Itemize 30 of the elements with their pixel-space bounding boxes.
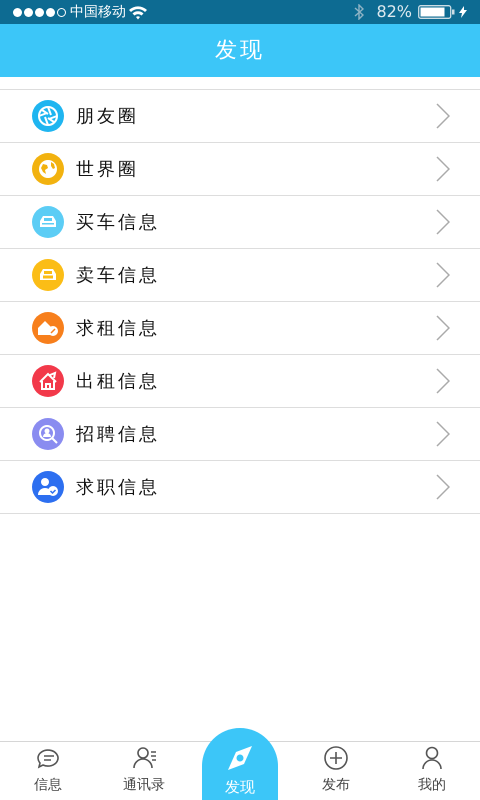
chevron-icon	[436, 262, 450, 288]
item-label: 朋友圈	[76, 104, 140, 128]
battery-icon	[418, 5, 456, 19]
chevron-icon	[436, 474, 450, 500]
chevron-icon	[436, 156, 450, 182]
item-label: 世界圈	[76, 158, 140, 182]
tab[interactable]: 我的	[384, 742, 480, 800]
chevron-icon	[436, 368, 450, 394]
item-label: 买车信息	[76, 210, 161, 234]
chevron-icon	[436, 421, 450, 447]
item-label: 出租信息	[76, 370, 161, 394]
bluetooth-icon	[354, 4, 364, 20]
battery-percentage: 82%	[376, 1, 412, 23]
plus-icon	[322, 745, 350, 773]
charging-icon	[459, 6, 467, 18]
tab[interactable]: 发布	[288, 742, 384, 800]
chevron-icon	[436, 209, 450, 235]
chevron-icon	[436, 315, 450, 341]
carrier-name: 中国移动	[70, 2, 126, 22]
item-label: 求职信息	[76, 476, 161, 500]
wifi-icon	[128, 4, 148, 20]
item-label: 求租信息	[76, 316, 161, 340]
item-label: 招聘信息	[76, 422, 161, 446]
page-title: 发现	[215, 37, 265, 65]
tab[interactable]: 信息	[0, 742, 96, 800]
item-label: 卖车信息	[76, 264, 161, 288]
tab[interactable]: 通讯录	[96, 742, 192, 800]
chevron-icon	[436, 103, 450, 129]
compass-icon	[226, 744, 254, 772]
signal-icon	[13, 8, 66, 16]
